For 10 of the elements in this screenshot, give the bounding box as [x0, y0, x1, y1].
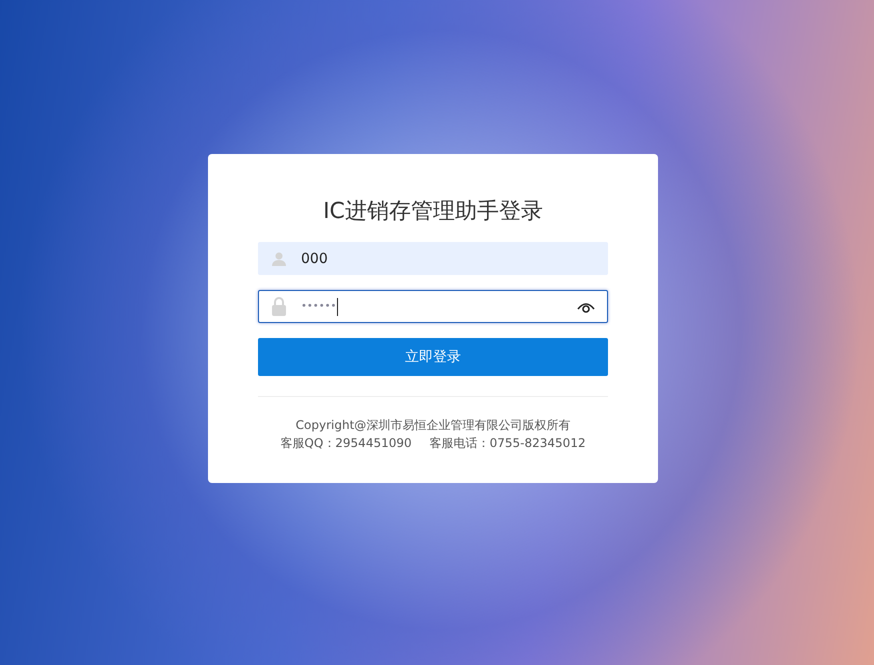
username-field[interactable]: 000: [258, 242, 608, 275]
copyright-text: Copyright@深圳市易恒企业管理有限公司版权所有: [294, 417, 572, 434]
login-title: IC进销存管理助手登录: [322, 198, 544, 226]
login-button[interactable]: 立即登录: [258, 338, 608, 376]
password-field[interactable]: ••••••: [258, 290, 608, 323]
eye-icon[interactable]: [577, 300, 595, 312]
phone-contact: 客服电话：0755-82345012: [430, 435, 586, 452]
user-icon: [271, 250, 287, 266]
lock-icon: [271, 297, 287, 316]
qq-contact: 客服QQ：2954451090: [280, 435, 412, 452]
